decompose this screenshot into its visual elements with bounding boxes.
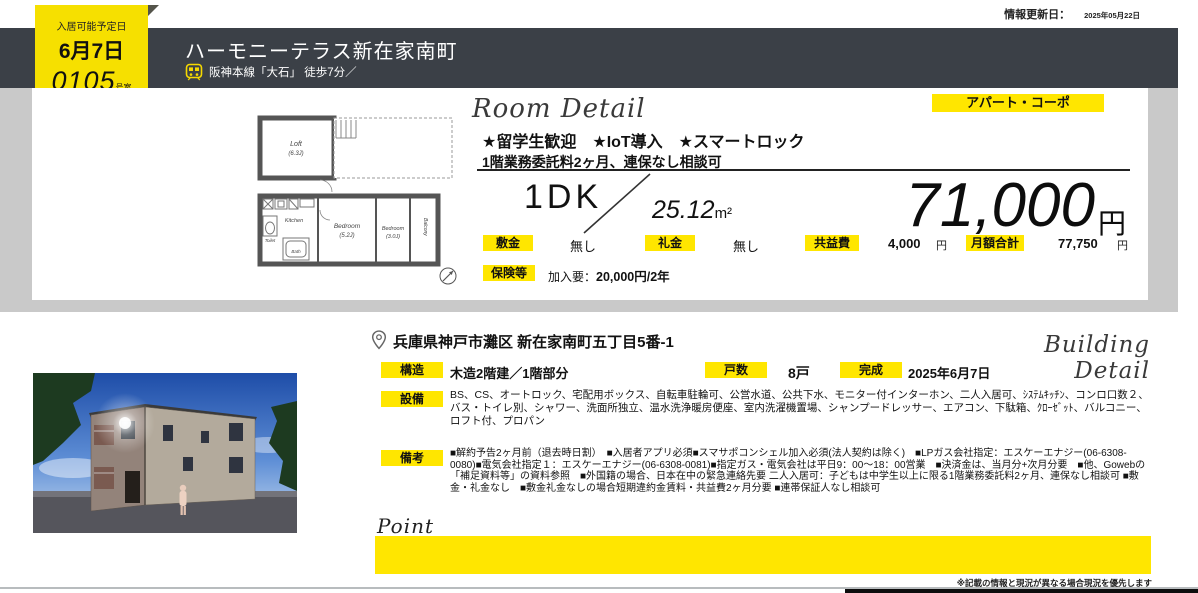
floorplan-balcony-label: Balcony <box>422 218 428 236</box>
floorplan-bedroom2-size: (3.0J) <box>386 234 400 240</box>
floorplan-loft-size: (6.3J) <box>288 151 303 157</box>
room-area-unit: m² <box>715 205 733 222</box>
fee-label-monthly-total: 月額合計 <box>966 235 1024 251</box>
floorplan-bedroom2-label: Bedroom <box>382 226 405 232</box>
insurance-prefix: 加入要： <box>548 270 596 284</box>
property-flyer: 情報更新日： 2025年05月22日 ハーモニーテラス新在家南町 阪神本線「大石… <box>0 0 1198 593</box>
train-icon <box>185 63 203 81</box>
update-date-label: 情報更新日： <box>1004 6 1070 22</box>
footer-black-bar <box>845 589 1198 593</box>
floorplan-image: Loft (6.3J) Kitchen Toilet Bath Bedroom … <box>250 110 462 295</box>
room-area-value: 25.12 <box>652 196 715 224</box>
structure-value: 木造2階建／1階部分 <box>450 363 568 382</box>
room-features: ★留学生歓迎 ★IoT導入 ★スマートロック <box>482 128 805 152</box>
floorplan-bedroom1-label: Bedroom <box>334 223 361 230</box>
floorplan-kitchen-label: Kitchen <box>285 218 303 224</box>
equipment-value: BS、CS、オートロック、宅配用ボックス、自転車駐輪可、公営水道、公共下水、モニ… <box>450 389 1152 428</box>
remarks-label: 備考 <box>381 450 443 466</box>
access-text: 阪神本線「大石」 徒歩7分／ <box>209 64 357 80</box>
floorplan-bedroom1-size: (5.2J) <box>339 233 354 239</box>
room-detail-title: Room Detail <box>472 94 646 124</box>
remarks-value: ■解約予告2ヶ月前（退去時日割） ■入居者アプリ必須■スマサポコンシェル加入必須… <box>450 448 1156 494</box>
header-bar: ハーモニーテラス新在家南町 阪神本線「大石」 徒歩7分／ <box>0 28 1178 88</box>
fee-value-deposit: 無し <box>570 236 596 255</box>
fee-value-key-money: 無し <box>733 236 759 255</box>
insurance-label: 保険等 <box>483 265 535 281</box>
units-value: 8戸 <box>788 363 810 383</box>
fee-label-common: 共益費 <box>805 235 859 251</box>
move-in-label: 入居可能予定日 <box>35 18 148 33</box>
units-label: 戸数 <box>705 362 767 378</box>
floorplan-toilet-label: Toilet <box>265 238 276 243</box>
point-title: Point <box>377 514 434 538</box>
insurance-amount: 20,000円/2年 <box>596 270 670 284</box>
map-pin-icon <box>371 330 387 350</box>
fee-unit-monthly-total: 円 <box>1117 237 1128 253</box>
fee-label-key-money: 礼金 <box>645 235 695 251</box>
completion-value: 2025年6月7日 <box>908 363 990 382</box>
point-box <box>375 536 1151 574</box>
room-area: 25.12m² <box>652 196 732 225</box>
floorplan-bath-label: Bath <box>291 249 301 254</box>
update-info: 情報更新日： 2025年05月22日 <box>1004 6 1140 22</box>
fee-label-deposit: 敷金 <box>483 235 533 251</box>
fee-value-monthly-total: 77,750 <box>1058 236 1098 251</box>
floorplan-loft-label: Loft <box>290 141 303 148</box>
building-address: 兵庫県神戸市灘区 新在家南町五丁目5番-1 <box>393 331 674 352</box>
equipment-label: 設備 <box>381 391 443 407</box>
building-name: ハーモニーテラス新在家南町 <box>185 35 458 64</box>
building-photo <box>33 373 297 533</box>
ribbon-fold <box>148 5 159 16</box>
structure-label: 構造 <box>381 362 443 378</box>
move-in-date: 6月7日 <box>35 35 148 65</box>
rent-amount: 71,000 <box>845 170 1095 241</box>
rent-unit: 円 <box>1098 202 1126 242</box>
fee-unit-common: 円 <box>936 237 947 253</box>
completion-label: 完成 <box>840 362 902 378</box>
update-date-value: 2025年05月22日 <box>1084 10 1140 21</box>
category-badge: アパート・コーポ <box>932 94 1104 112</box>
insurance-value: 加入要：20,000円/2年 <box>548 266 670 285</box>
layout-slash <box>578 168 656 238</box>
access-info: 阪神本線「大石」 徒歩7分／ <box>185 63 357 81</box>
building-detail-title: Building Detail <box>985 332 1150 384</box>
fee-value-common: 4,000 <box>888 236 921 251</box>
